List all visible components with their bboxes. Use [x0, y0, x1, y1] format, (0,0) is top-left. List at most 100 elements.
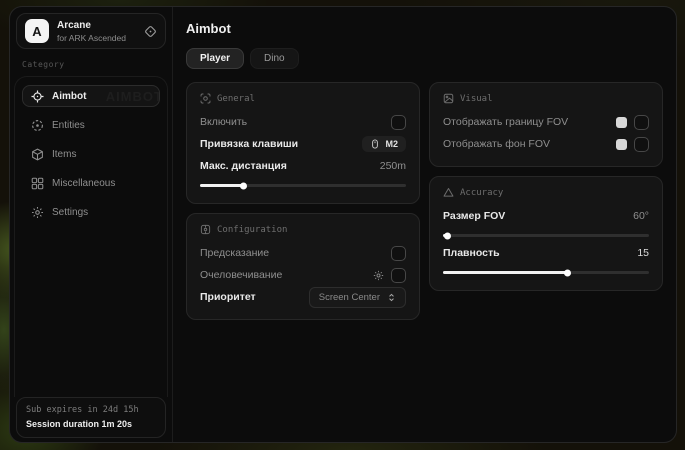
priority-row: Приоритет Screen Center: [200, 286, 406, 308]
sub-expires-text: Sub expires in 24d 15h: [26, 405, 156, 415]
brand-text: Arcane for ARK Ascended: [57, 20, 126, 43]
slider-fill: [200, 184, 243, 187]
fov-size-label: Размер FOV: [443, 210, 505, 222]
configuration-panel: Configuration Предсказание Очеловечивани…: [186, 213, 420, 320]
sidebar-item-items[interactable]: Items: [22, 143, 160, 165]
sidebar-item-settings[interactable]: Settings: [22, 201, 160, 223]
tab-dino[interactable]: Dino: [250, 48, 299, 69]
fov-size-row: Размер FOV 60°: [443, 205, 649, 227]
subscription-info-box: Sub expires in 24d 15h Session duration …: [16, 397, 166, 438]
smoothness-slider[interactable]: [443, 271, 649, 274]
slider-thumb[interactable]: [564, 269, 571, 276]
scan-icon: [200, 93, 211, 104]
smoothness-value: 15: [637, 247, 649, 259]
package-icon: [31, 148, 44, 161]
humanize-settings-gear-icon[interactable]: [373, 270, 384, 281]
prediction-checkbox[interactable]: [391, 246, 406, 261]
fov-border-row: Отображать границу FOV: [443, 111, 649, 133]
fov-border-checkbox[interactable]: [634, 115, 649, 130]
slider-fill: [443, 271, 567, 274]
fov-bg-row: Отображать фон FOV: [443, 133, 649, 155]
brand-card: A Arcane for ARK Ascended: [16, 13, 166, 49]
grid-icon: [31, 177, 44, 190]
keybind-row: Привязка клавиши M2: [200, 133, 406, 155]
image-icon: [443, 93, 454, 104]
keybind-button[interactable]: M2: [362, 136, 406, 152]
sidebar-item-label: Items: [52, 149, 76, 160]
fov-border-controls: [616, 115, 649, 130]
chevrons-up-down-icon: [387, 293, 396, 302]
enable-checkbox[interactable]: [391, 115, 406, 130]
tab-player[interactable]: Player: [186, 48, 244, 69]
max-distance-row: Макс. дистанция 250m: [200, 155, 406, 177]
slider-thumb[interactable]: [240, 182, 247, 189]
fov-size-value: 60°: [633, 210, 649, 222]
general-panel-header: General: [200, 93, 406, 104]
app-name: Arcane: [57, 20, 126, 31]
crosshair-icon: [31, 90, 44, 103]
max-distance-slider[interactable]: [200, 184, 406, 187]
enable-label: Включить: [200, 116, 247, 128]
app-window: A Arcane for ARK Ascended Category: [9, 6, 677, 443]
sidebar-item-entities[interactable]: Entities: [22, 114, 160, 136]
panel-title: Visual: [460, 94, 493, 104]
humanize-row: Очеловечивание: [200, 264, 406, 286]
priority-value: Screen Center: [319, 292, 380, 303]
left-column: General Включить Привязка клавиши: [186, 82, 420, 320]
panel-title: General: [217, 94, 255, 104]
panel-grid: General Включить Привязка клавиши: [186, 82, 663, 320]
priority-dropdown[interactable]: Screen Center: [309, 287, 406, 308]
smoothness-row: Плавность 15: [443, 242, 649, 264]
max-distance-value: 250m: [380, 160, 406, 172]
fov-bg-controls: [616, 137, 649, 152]
tune-icon: [200, 224, 211, 235]
humanize-controls: [373, 268, 406, 283]
slider-thumb[interactable]: [444, 232, 451, 239]
visual-panel: Visual Отображать границу FOV Отображать…: [429, 82, 663, 167]
page-title: Aimbot: [186, 21, 663, 36]
app-logo: A: [25, 19, 49, 43]
panel-title: Configuration: [217, 225, 287, 235]
tab-bar: Player Dino: [186, 48, 663, 69]
sidebar-item-label: Settings: [52, 207, 88, 218]
slider-fill: [443, 234, 447, 237]
panel-title: Accuracy: [460, 188, 503, 198]
configuration-panel-header: Configuration: [200, 224, 406, 235]
keybind-label: Привязка клавиши: [200, 138, 298, 150]
humanize-checkbox[interactable]: [391, 268, 406, 283]
visual-panel-header: Visual: [443, 93, 649, 104]
sidebar-item-aimbot[interactable]: Aimbot Aimbot: [22, 85, 160, 107]
radar-icon: [31, 119, 44, 132]
prediction-row: Предсказание: [200, 242, 406, 264]
keybind-value: M2: [385, 139, 398, 149]
humanize-label: Очеловечивание: [200, 269, 282, 281]
enable-row: Включить: [200, 111, 406, 133]
sidebar-item-label: Entities: [52, 120, 85, 131]
main-content: Aimbot Player Dino General: [173, 7, 676, 442]
right-column: Visual Отображать границу FOV Отображать…: [429, 82, 663, 291]
sidebar-item-miscellaneous[interactable]: Miscellaneous: [22, 172, 160, 194]
aimbot-watermark: Aimbot: [106, 89, 160, 104]
accuracy-panel-header: Accuracy: [443, 187, 649, 198]
priority-label: Приоритет: [200, 291, 256, 303]
sidebar-item-label: Aimbot: [52, 91, 86, 102]
fov-border-color-swatch[interactable]: [616, 117, 627, 128]
sidebar: A Arcane for ARK Ascended Category: [10, 7, 173, 442]
fov-bg-color-swatch[interactable]: [616, 139, 627, 150]
prediction-label: Предсказание: [200, 247, 269, 259]
sidebar-nav: Aimbot Aimbot Entities: [14, 76, 168, 397]
session-duration-text: Session duration 1m 20s: [26, 419, 156, 429]
fov-border-label: Отображать границу FOV: [443, 116, 568, 128]
gear-icon: [31, 206, 44, 219]
general-panel: General Включить Привязка клавиши: [186, 82, 420, 204]
smoothness-label: Плавность: [443, 247, 500, 259]
accuracy-panel: Accuracy Размер FOV 60° Плавность 15: [429, 176, 663, 291]
sidebar-item-label: Miscellaneous: [52, 178, 115, 189]
category-label: Category: [22, 60, 160, 69]
triangle-icon: [443, 187, 454, 198]
fov-bg-checkbox[interactable]: [634, 137, 649, 152]
diamond-target-icon[interactable]: [144, 25, 157, 38]
fov-bg-label: Отображать фон FOV: [443, 138, 550, 150]
fov-size-slider[interactable]: [443, 234, 649, 237]
mouse-icon: [370, 139, 380, 149]
